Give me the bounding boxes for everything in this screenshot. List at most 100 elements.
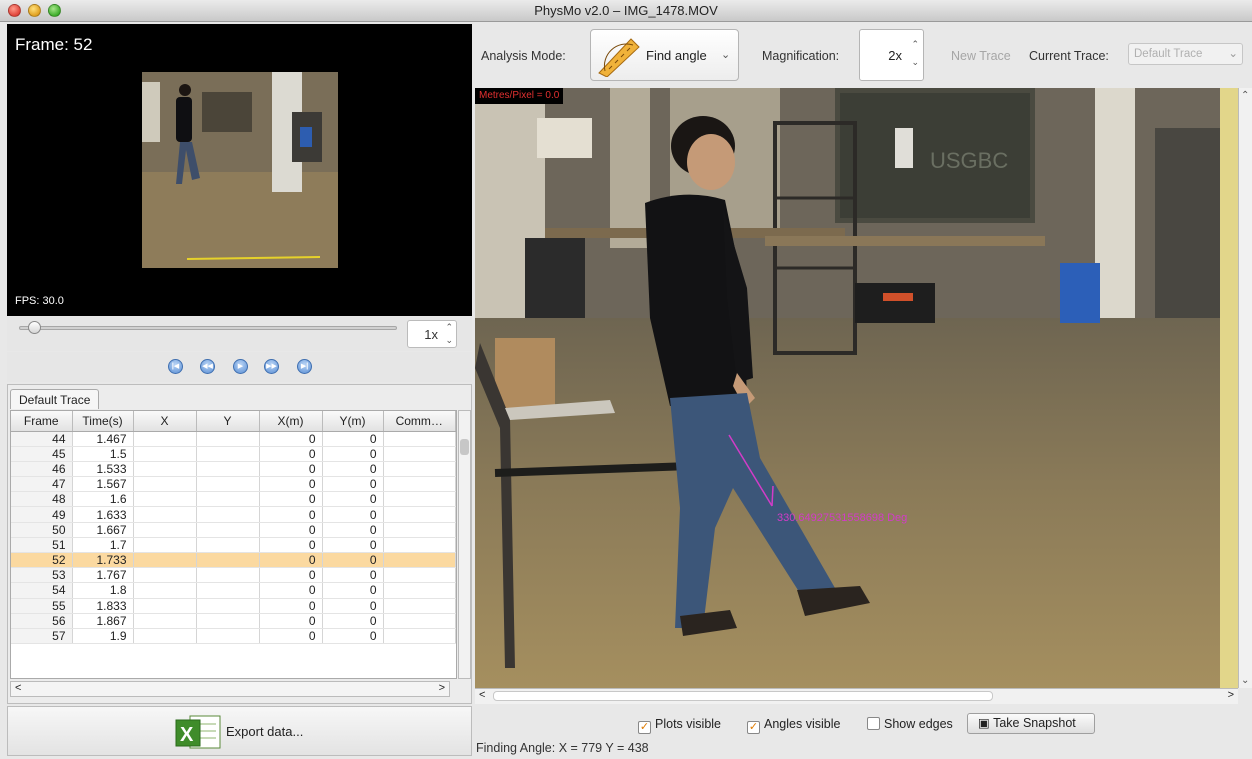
table-cell[interactable]: 1.633 — [72, 506, 134, 523]
table-row[interactable]: 55 1.833 0 0 — [11, 598, 456, 614]
table-cell[interactable] — [133, 567, 197, 584]
table-row[interactable]: 44 1.467 0 0 — [11, 431, 456, 447]
table-cell[interactable]: 1.833 — [72, 598, 134, 614]
table-cell[interactable] — [383, 598, 456, 614]
table-row[interactable]: 45 1.5 0 0 — [11, 446, 456, 462]
current-trace-dropdown[interactable]: Default Trace ⌄ — [1128, 43, 1243, 65]
table-cell[interactable] — [383, 628, 456, 645]
step-forward-icon[interactable]: ▶▶ — [264, 359, 279, 374]
table-cell[interactable]: 0 — [259, 522, 323, 538]
table-cell[interactable]: 0 — [259, 506, 323, 523]
table-cell[interactable] — [196, 522, 260, 538]
trace-table[interactable]: Frame Time(s) X Y X(m) Y(m) Comm… 44 1.46… — [10, 410, 457, 679]
table-cell[interactable] — [196, 613, 260, 629]
chevron-down-icon[interactable]: ⌄ — [1241, 675, 1249, 686]
table-cell[interactable]: 0 — [322, 506, 384, 523]
new-trace-button[interactable]: New Trace — [951, 49, 1011, 63]
table-cell[interactable]: 0 — [259, 461, 323, 478]
table-cell[interactable]: 0 — [322, 431, 384, 447]
last-frame-icon[interactable]: ▶| — [297, 359, 312, 374]
table-row[interactable]: 51 1.7 0 0 — [11, 537, 456, 554]
table-cell[interactable]: 0 — [259, 431, 323, 447]
table-cell[interactable]: 1.767 — [72, 567, 134, 584]
table-cell[interactable] — [383, 567, 456, 584]
chevron-right-icon[interactable]: > — [1228, 689, 1234, 701]
plots-visible-checkbox[interactable]: ✓ Plots visible — [638, 717, 721, 734]
table-cell[interactable] — [196, 491, 260, 508]
column-header[interactable]: X — [133, 411, 197, 432]
chevron-down-icon[interactable]: ⌄ — [911, 58, 919, 67]
table-cell[interactable]: 45 — [11, 446, 73, 462]
table-cell[interactable] — [196, 476, 260, 493]
table-cell[interactable]: 48 — [11, 491, 73, 508]
speed-stepper[interactable]: 1x ⌃ ⌄ — [407, 320, 457, 348]
table-cell[interactable]: 0 — [322, 522, 384, 538]
table-cell[interactable]: 0 — [259, 552, 323, 569]
table-cell[interactable] — [133, 461, 197, 478]
table-row[interactable]: 46 1.533 0 0 — [11, 461, 456, 478]
table-cell[interactable]: 55 — [11, 598, 73, 614]
analysis-mode-dropdown[interactable]: Find angle ⌄ — [590, 29, 739, 81]
table-cell[interactable]: 0 — [259, 567, 323, 584]
table-horizontal-scrollbar[interactable]: < > — [10, 681, 450, 697]
table-cell[interactable] — [133, 628, 197, 645]
scroll-thumb[interactable] — [493, 691, 993, 701]
table-cell[interactable] — [383, 506, 456, 523]
chevron-right-icon[interactable]: > — [439, 682, 445, 694]
chevron-left-icon[interactable]: < — [479, 689, 485, 701]
magnification-stepper[interactable]: 2x ⌃ ⌄ — [859, 29, 924, 81]
table-cell[interactable]: 50 — [11, 522, 73, 538]
table-cell[interactable]: 1.867 — [72, 613, 134, 629]
first-frame-icon[interactable]: |◀ — [168, 359, 183, 374]
table-cell[interactable]: 49 — [11, 506, 73, 523]
table-cell[interactable]: 1.733 — [72, 552, 134, 569]
table-cell[interactable]: 1.7 — [72, 537, 134, 554]
table-cell[interactable]: 1.533 — [72, 461, 134, 478]
table-cell[interactable]: 0 — [322, 537, 384, 554]
table-cell[interactable] — [133, 582, 197, 599]
table-row[interactable]: 47 1.567 0 0 — [11, 476, 456, 493]
table-cell[interactable] — [383, 613, 456, 629]
step-back-icon[interactable]: ◀◀ — [200, 359, 215, 374]
table-cell[interactable] — [133, 537, 197, 554]
table-cell[interactable]: 46 — [11, 461, 73, 478]
column-header[interactable]: Y(m) — [322, 411, 384, 432]
table-cell[interactable] — [133, 613, 197, 629]
table-cell[interactable] — [383, 461, 456, 478]
table-row[interactable]: 52 1.733 0 0 — [11, 552, 456, 569]
table-cell[interactable]: 56 — [11, 613, 73, 629]
table-cell[interactable]: 0 — [322, 628, 384, 645]
table-cell[interactable] — [196, 431, 260, 447]
table-cell[interactable] — [196, 582, 260, 599]
chevron-up-icon[interactable]: ⌃ — [445, 323, 453, 332]
scroll-thumb[interactable] — [460, 439, 469, 455]
table-cell[interactable]: 1.467 — [72, 431, 134, 447]
table-cell[interactable]: 0 — [322, 461, 384, 478]
column-header[interactable]: Frame — [11, 411, 73, 432]
table-cell[interactable] — [383, 537, 456, 554]
timeline-slider[interactable] — [19, 326, 397, 330]
table-row[interactable]: 48 1.6 0 0 — [11, 491, 456, 508]
table-cell[interactable] — [196, 552, 260, 569]
column-header[interactable]: X(m) — [259, 411, 323, 432]
table-cell[interactable]: 0 — [322, 567, 384, 584]
table-cell[interactable] — [196, 598, 260, 614]
table-row[interactable]: 49 1.633 0 0 — [11, 506, 456, 523]
table-cell[interactable]: 47 — [11, 476, 73, 493]
table-cell[interactable] — [133, 431, 197, 447]
table-row[interactable]: 56 1.867 0 0 — [11, 613, 456, 629]
table-cell[interactable]: 1.8 — [72, 582, 134, 599]
table-vertical-scrollbar[interactable] — [458, 410, 471, 679]
table-cell[interactable] — [383, 431, 456, 447]
table-cell[interactable]: 57 — [11, 628, 73, 645]
chevron-up-icon[interactable]: ⌃ — [911, 40, 919, 49]
table-cell[interactable]: 52 — [11, 552, 73, 569]
table-cell[interactable] — [383, 582, 456, 599]
table-cell[interactable]: 0 — [322, 613, 384, 629]
table-cell[interactable]: 0 — [322, 582, 384, 599]
table-row[interactable]: 53 1.767 0 0 — [11, 567, 456, 584]
table-cell[interactable] — [133, 552, 197, 569]
show-edges-checkbox[interactable]: Show edges — [867, 717, 953, 731]
table-row[interactable]: 50 1.667 0 0 — [11, 522, 456, 538]
table-cell[interactable]: 0 — [259, 476, 323, 493]
